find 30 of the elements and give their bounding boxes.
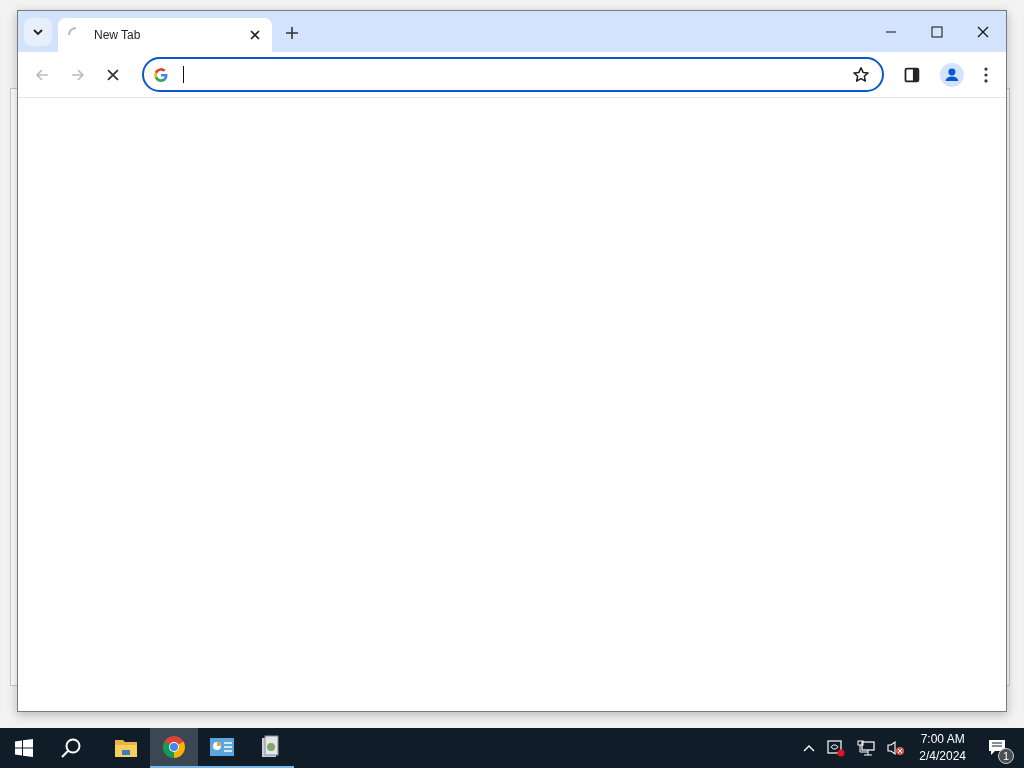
profile-icon[interactable] [940,62,964,87]
new-tab-icon[interactable] [286,27,298,39]
address-bar[interactable] [141,57,885,92]
chrome-icon [162,735,186,759]
close-icon[interactable] [977,26,989,38]
clock[interactable]: 7:00 AM 2/4/2024 [919,731,966,765]
sync-alert-icon[interactable] [827,739,846,757]
star-icon[interactable] [852,65,871,84]
clock-date: 2/4/2024 [919,748,966,765]
google-g-icon [152,66,169,83]
notification-count: 1 [998,748,1014,764]
speaker-muted-icon[interactable] [887,740,906,756]
chevron-down-icon [32,26,44,38]
application-icon [260,735,280,759]
chevron-up-icon[interactable] [803,744,816,752]
loading-spinner-icon [68,27,76,35]
clock-time: 7:00 AM [920,731,965,748]
side-panel-icon[interactable] [904,66,921,83]
start-icon[interactable] [15,739,33,757]
chart-window-icon [210,737,234,757]
tab-title: New Tab [94,28,142,42]
browser-tab[interactable]: New Tab [58,18,272,52]
search-icon[interactable] [60,737,82,759]
network-icon[interactable] [857,740,876,756]
menu-icon[interactable] [984,66,988,83]
close-icon[interactable] [250,30,260,40]
tab-search-button[interactable] [24,18,52,46]
stop-icon[interactable] [105,67,120,82]
maximize-icon[interactable] [931,26,943,38]
folder-icon [114,737,138,759]
